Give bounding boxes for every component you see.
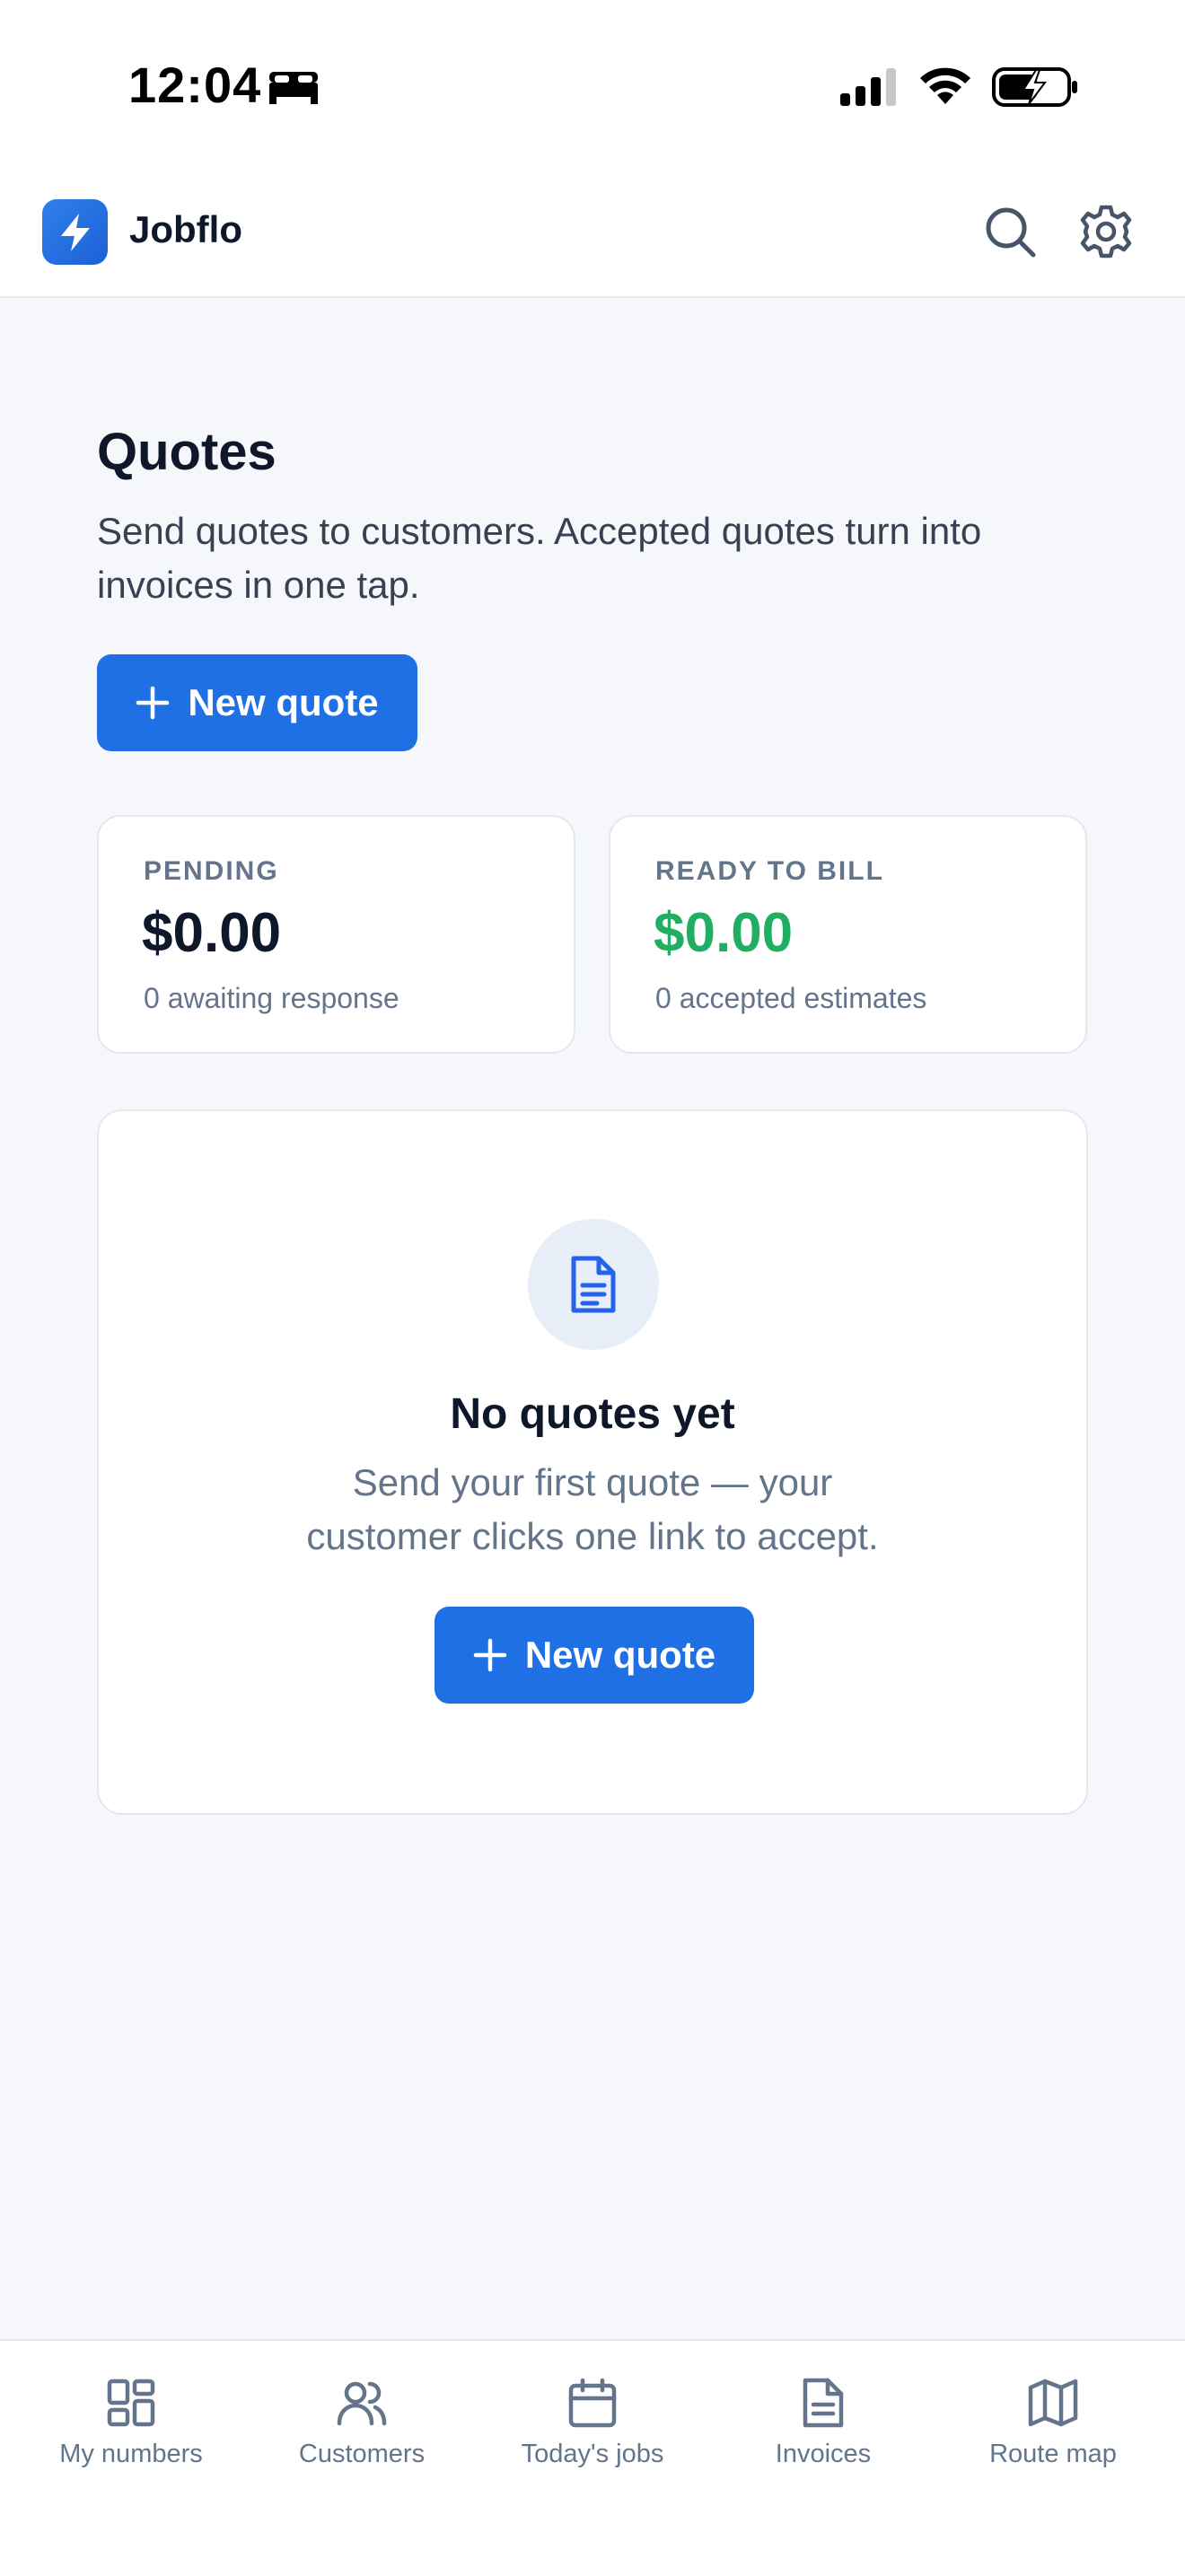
new-quote-button[interactable]: New quote	[97, 654, 417, 751]
tab-customers[interactable]: Customers	[259, 2377, 465, 2484]
plus-icon	[136, 686, 170, 720]
new-quote-label: New quote	[188, 681, 379, 723]
page-description: Send quotes to customers. Accepted quote…	[97, 510, 982, 606]
tab-invoices[interactable]: Invoices	[720, 2377, 926, 2484]
document-icon	[571, 1256, 616, 1313]
tab-route-map[interactable]: Route map	[950, 2377, 1156, 2484]
signal-icon	[840, 68, 896, 106]
ready-to-bill-value: $0.00	[654, 902, 794, 964]
tab-todays-jobs[interactable]: Today's jobs	[489, 2377, 696, 2484]
empty-state-description: Send your first quote — your customer cl…	[306, 1461, 879, 1557]
status-time: 12:04	[128, 57, 262, 113]
tab-label: Invoices	[775, 2440, 872, 2468]
tab-label: Today's jobs	[521, 2440, 664, 2468]
tab-label: Route map	[989, 2440, 1117, 2468]
app-logo[interactable]	[42, 199, 108, 265]
users-icon	[337, 2381, 387, 2426]
map-icon	[1028, 2379, 1078, 2427]
app-brand-name: Jobflo	[129, 208, 242, 250]
calendar-icon	[568, 2378, 617, 2428]
wifi-icon	[920, 67, 970, 104]
ready-to-bill-stat-card: READY TO BILL $0.00 0 accepted estimates	[609, 815, 1087, 1054]
tab-label: My numbers	[59, 2440, 203, 2468]
gear-icon[interactable]	[1077, 203, 1135, 260]
bed-icon	[269, 72, 318, 104]
page-title: Quotes	[97, 423, 276, 481]
pending-label: PENDING	[144, 856, 279, 886]
ready-to-bill-label: READY TO BILL	[655, 856, 884, 886]
pending-stat-card: PENDING $0.00 0 awaiting response	[97, 815, 575, 1054]
tab-my-numbers[interactable]: My numbers	[28, 2377, 234, 2484]
empty-state-new-quote-button[interactable]: New quote	[434, 1607, 754, 1704]
empty-state-card: No quotes yet Send your first quote — yo…	[97, 1109, 1088, 1815]
ready-to-bill-subtext: 0 accepted estimates	[655, 982, 927, 1014]
status-bar: 12:04	[0, 0, 1185, 171]
bottom-tab-bar: My numbers Customers Today's jobs Invoic…	[0, 2339, 1185, 2576]
dashboard-icon	[107, 2379, 155, 2427]
pending-value: $0.00	[142, 902, 282, 964]
lightning-bolt-icon	[61, 214, 90, 251]
app-header: Jobflo	[0, 171, 1185, 298]
document-icon	[803, 2378, 844, 2428]
search-icon[interactable]	[981, 203, 1039, 260]
empty-state-new-quote-label: New quote	[524, 1634, 716, 1676]
plus-icon	[473, 1638, 507, 1672]
tab-label: Customers	[298, 2440, 426, 2468]
pending-subtext: 0 awaiting response	[144, 982, 399, 1014]
battery-charging-icon	[992, 67, 1077, 107]
empty-state-icon-circle	[528, 1219, 659, 1350]
empty-state-title: No quotes yet	[450, 1390, 735, 1438]
